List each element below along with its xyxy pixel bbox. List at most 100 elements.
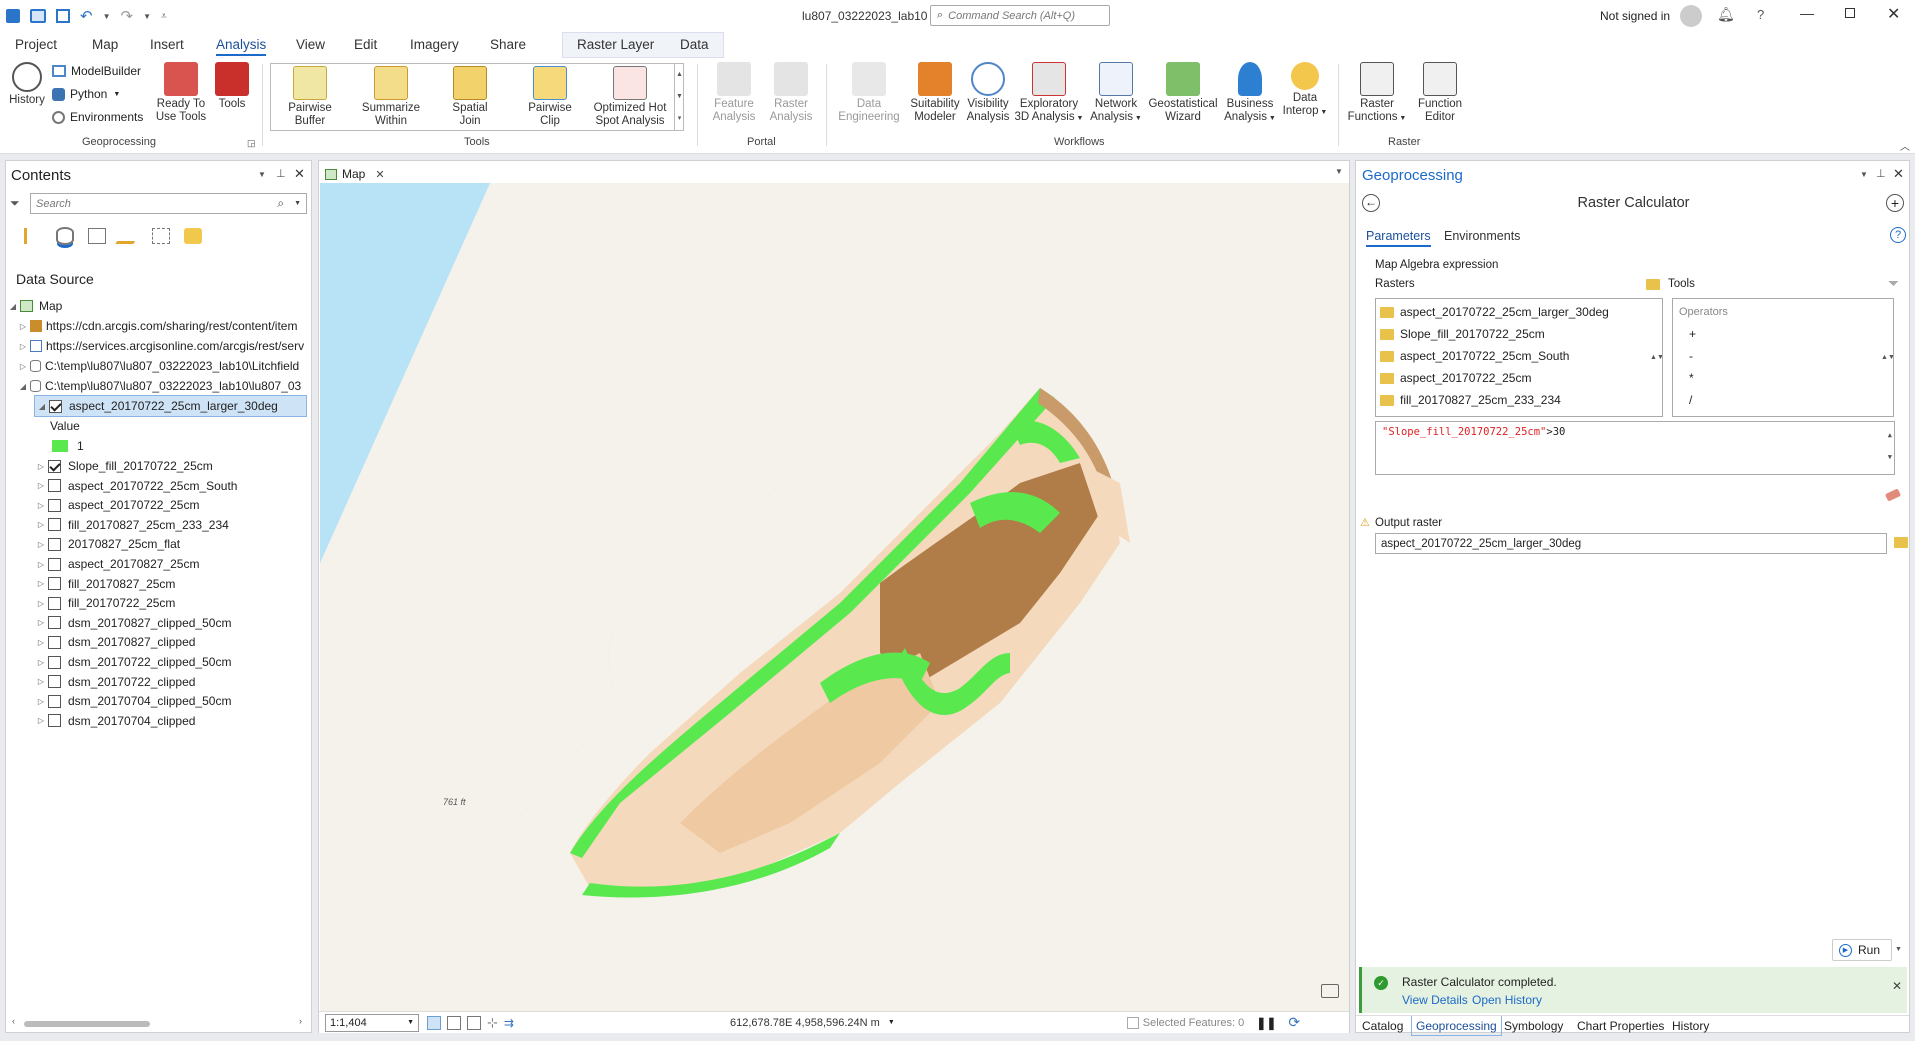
exploratory-3d-button[interactable]: Exploratory 3D Analysis ▼ — [1014, 62, 1084, 125]
tab-history[interactable]: History — [1672, 1016, 1709, 1036]
run-button[interactable]: ▶ Run — [1832, 939, 1892, 961]
collapsed-icon[interactable]: ▷ — [34, 638, 48, 647]
close-pane-icon[interactable]: ✕ — [1893, 166, 1904, 182]
map-tab[interactable]: Map ✕ — [325, 164, 385, 184]
layer-visibility-checkbox[interactable] — [48, 694, 61, 708]
raster-item[interactable]: fill_20170827_25cm_233_234 — [1380, 389, 1658, 411]
tools-button[interactable]: Tools — [212, 62, 252, 111]
scroll-right-icon[interactable]: › — [299, 1016, 302, 1026]
history-button[interactable]: History — [6, 62, 48, 107]
collapsed-icon[interactable]: ▷ — [34, 462, 48, 471]
user-avatar-icon[interactable] — [1680, 5, 1702, 27]
python-button[interactable]: Python ▼ — [52, 87, 120, 101]
dialog-launcher-icon[interactable]: ◲ — [247, 138, 256, 149]
layer-visibility-checkbox[interactable] — [48, 655, 61, 669]
tab-catalog[interactable]: Catalog — [1362, 1016, 1403, 1036]
search-icon[interactable]: ⌕ — [277, 196, 284, 211]
operator-minus[interactable]: - — [1679, 345, 1887, 367]
environments-button[interactable]: Environments — [52, 110, 143, 124]
redo-dropdown-icon[interactable]: ▼ — [143, 12, 151, 21]
expanded-icon[interactable]: ◢ — [16, 382, 30, 391]
tab-map[interactable]: Map — [92, 37, 118, 52]
raster-item[interactable]: Slope_fill_20170722_25cm — [1380, 323, 1658, 345]
layer-item[interactable]: ▷ dsm_20170704_clipped — [34, 710, 196, 732]
collapsed-icon[interactable]: ▷ — [34, 540, 48, 549]
visibility-analysis-button[interactable]: Visibility Analysis — [962, 62, 1014, 124]
view-details-link[interactable]: View Details — [1402, 993, 1468, 1007]
command-search[interactable]: ⌕ Command Search (Alt+Q) — [930, 5, 1110, 26]
navigator-icon[interactable] — [467, 1015, 481, 1030]
collapsed-icon[interactable]: ▷ — [34, 716, 48, 725]
close-pane-icon[interactable]: ✕ — [294, 166, 305, 182]
collapsed-icon[interactable]: ▷ — [34, 697, 48, 706]
minimize-icon[interactable]: — — [1800, 5, 1814, 21]
collapsed-icon[interactable]: ▷ — [34, 520, 48, 529]
operator-multiply[interactable]: * — [1679, 367, 1887, 389]
raster-analysis-button[interactable]: Raster Analysis — [762, 62, 820, 124]
collapsed-icon[interactable]: ▷ — [34, 579, 48, 588]
horizontal-scrollbar[interactable]: ‹ › — [12, 1016, 302, 1030]
layer-selected[interactable]: ◢ aspect_20170722_25cm_larger_30deg — [34, 395, 307, 417]
rasters-scrollbar[interactable]: ▲▼ — [1650, 301, 1662, 413]
layer-visibility-checkbox[interactable] — [48, 577, 61, 591]
layer-visibility-checkbox[interactable] — [48, 616, 61, 630]
tab-symbology[interactable]: Symbology — [1504, 1016, 1563, 1036]
expanded-icon[interactable]: ◢ — [35, 402, 49, 411]
suitability-modeler-button[interactable]: Suitability Modeler — [905, 62, 965, 124]
refresh-icon[interactable]: ⟳ — [1288, 1014, 1300, 1031]
collapsed-icon[interactable]: ▷ — [34, 560, 48, 569]
source-node[interactable]: ◢ C:\temp\lu807\lu807_03222023_lab10\lu80… — [16, 375, 301, 397]
redo-icon[interactable]: ↷ — [121, 7, 134, 25]
operator-plus[interactable]: + — [1679, 323, 1887, 345]
map-notes-icon[interactable] — [1321, 984, 1339, 998]
data-engineering-button[interactable]: Data Engineering — [834, 62, 904, 124]
collapsed-icon[interactable]: ▷ — [34, 481, 48, 490]
snapping-icon[interactable]: ⊹ — [487, 1015, 498, 1031]
business-analysis-button[interactable]: Business Analysis ▼ — [1222, 62, 1278, 125]
pause-drawing-icon[interactable]: ⇉ — [504, 1016, 514, 1030]
save-icon[interactable] — [56, 9, 70, 23]
list-by-editing-icon[interactable] — [115, 228, 143, 244]
collapse-ribbon-icon[interactable]: ︿ — [1900, 138, 1910, 153]
close-tab-icon[interactable]: ✕ — [375, 168, 384, 181]
pane-options-icon[interactable]: ▼ — [258, 170, 266, 179]
layer-visibility-checkbox[interactable] — [48, 459, 61, 473]
dismiss-icon[interactable]: ✕ — [1892, 979, 1902, 993]
restore-icon[interactable] — [1845, 8, 1855, 18]
tab-share[interactable]: Share — [490, 37, 526, 52]
source-node[interactable]: ▷ C:\temp\lu807\lu807_03222023_lab10\Litc… — [16, 355, 299, 377]
function-editor-button[interactable]: Function Editor — [1410, 62, 1470, 124]
scroll-left-icon[interactable]: ‹ — [12, 1016, 15, 1026]
layer-visibility-checkbox[interactable] — [48, 557, 61, 571]
tab-insert[interactable]: Insert — [150, 37, 184, 52]
help-icon[interactable]: ? — [1890, 227, 1906, 243]
scale-selector[interactable]: 1:1,404 ▼ — [325, 1013, 419, 1032]
layer-visibility-checkbox[interactable] — [48, 635, 61, 649]
raster-functions-button[interactable]: Raster Functions ▼ — [1344, 62, 1410, 125]
list-by-data-source-icon[interactable] — [56, 227, 74, 245]
layer-visibility-checkbox[interactable] — [48, 479, 61, 493]
pin-icon[interactable]: ⊥ — [276, 167, 286, 180]
chevron-down-icon[interactable]: ▼ — [888, 1019, 895, 1026]
tab-chart-properties[interactable]: Chart Properties — [1577, 1016, 1664, 1036]
folder-icon[interactable] — [1646, 279, 1660, 290]
layer-visibility-checkbox[interactable] — [49, 399, 62, 413]
fixed-zoom-in-icon[interactable] — [427, 1015, 441, 1030]
summarize-within-button[interactable]: Summarize Within — [358, 66, 424, 128]
pane-options-icon[interactable]: ▼ — [1860, 170, 1868, 179]
contents-search-input[interactable]: Search — [36, 198, 277, 210]
collapsed-icon[interactable]: ▷ — [34, 658, 48, 667]
run-options-icon[interactable]: ▼ — [1895, 946, 1902, 953]
raster-item[interactable]: aspect_20170722_25cm_larger_30deg — [1380, 301, 1658, 323]
help-icon[interactable]: ? — [1757, 7, 1764, 22]
tab-project[interactable]: Project — [15, 37, 57, 52]
layer-visibility-checkbox[interactable] — [48, 518, 61, 532]
add-icon[interactable]: + — [1886, 194, 1904, 212]
output-raster-value[interactable]: aspect_20170722_25cm_larger_30deg — [1381, 538, 1581, 550]
chevron-down-icon[interactable]: ▼ — [294, 200, 301, 207]
optimized-hot-spot-button[interactable]: Optimized Hot Spot Analysis — [588, 66, 672, 128]
layer-visibility-checkbox[interactable] — [48, 714, 61, 728]
undo-dropdown-icon[interactable]: ▼ — [103, 12, 111, 21]
ready-to-use-tools-button[interactable]: Ready To Use Tools — [152, 62, 210, 124]
pairwise-buffer-button[interactable]: Pairwise Buffer — [280, 66, 340, 128]
